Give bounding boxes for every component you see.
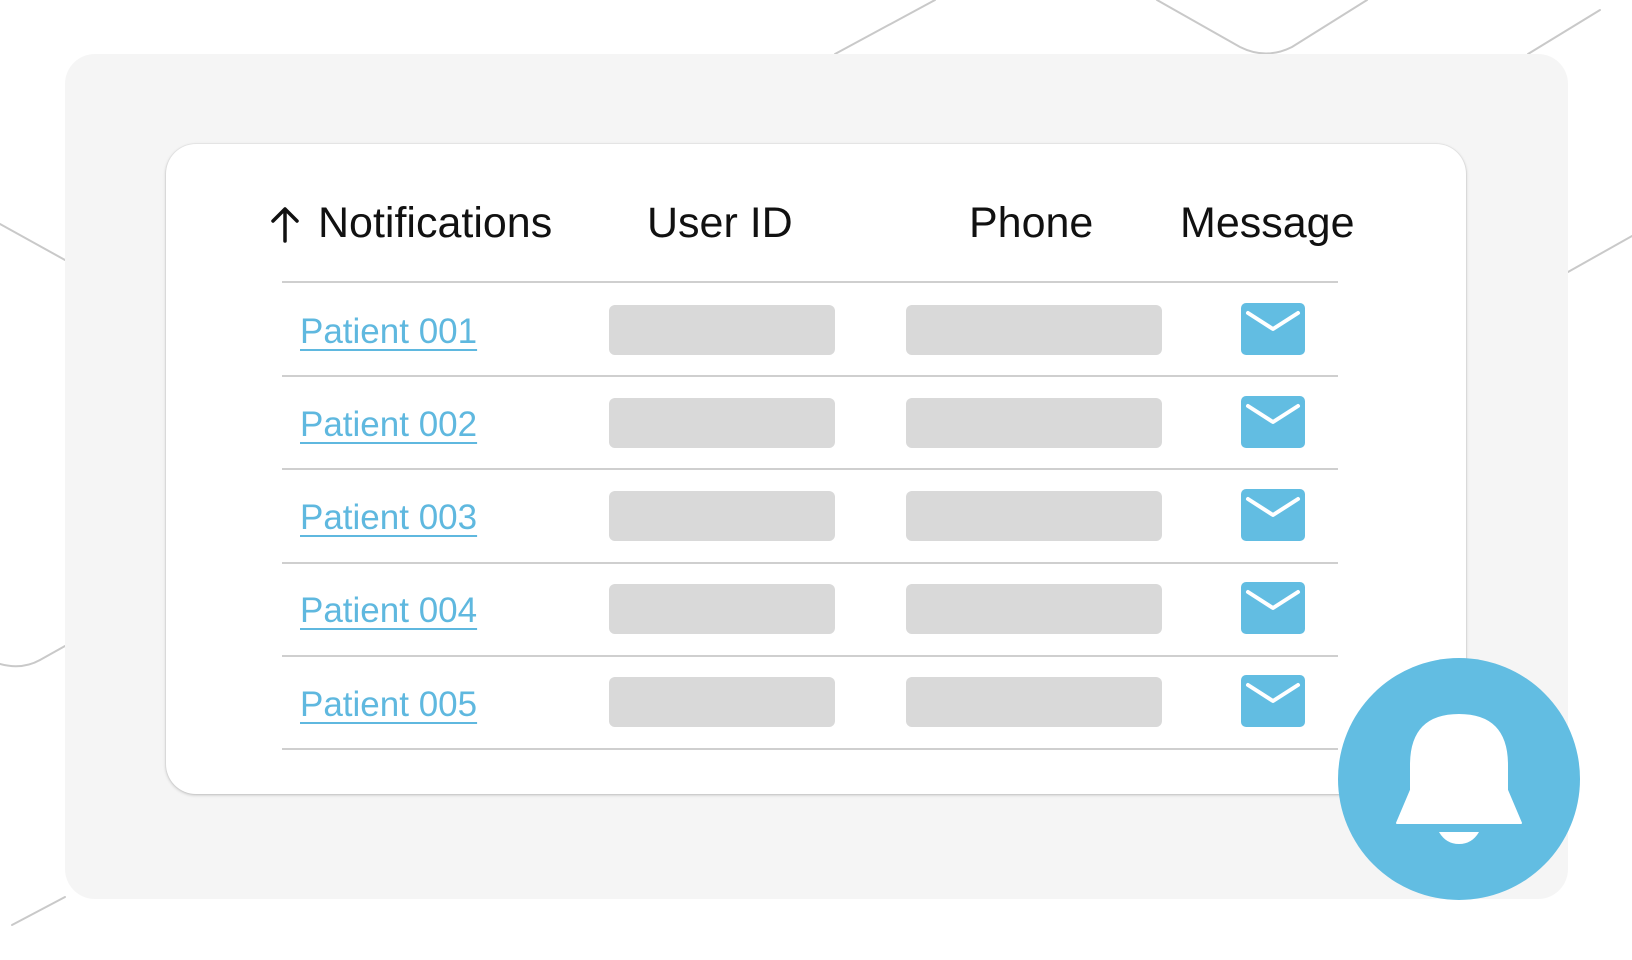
user-id-placeholder — [609, 584, 835, 634]
phone-placeholder — [906, 305, 1162, 355]
row-divider — [282, 748, 1338, 750]
phone-placeholder — [906, 584, 1162, 634]
patient-link[interactable]: Patient 002 — [300, 403, 477, 447]
row-divider — [282, 375, 1338, 377]
row-divider — [282, 562, 1338, 564]
phone-placeholder — [906, 677, 1162, 727]
user-id-placeholder — [609, 677, 835, 727]
envelope-icon[interactable] — [1241, 396, 1305, 448]
column-header-user-id: User ID — [647, 199, 793, 247]
patient-link[interactable]: Patient 003 — [300, 496, 477, 540]
bell-icon — [1396, 714, 1522, 844]
phone-placeholder — [906, 491, 1162, 541]
row-divider — [282, 655, 1338, 657]
header-divider — [282, 281, 1338, 283]
envelope-icon[interactable] — [1241, 489, 1305, 541]
patient-link[interactable]: Patient 005 — [300, 683, 477, 727]
row-divider — [282, 468, 1338, 470]
notification-bell-button[interactable] — [1338, 658, 1580, 900]
column-header-notifications[interactable]: Notifications — [318, 194, 552, 252]
column-header-message: Message — [1180, 199, 1355, 247]
envelope-icon[interactable] — [1241, 582, 1305, 634]
notifications-illustration: Notifications User ID Phone Message Pati… — [0, 0, 1632, 960]
patient-link[interactable]: Patient 001 — [300, 310, 477, 354]
envelope-icon[interactable] — [1241, 675, 1305, 727]
user-id-placeholder — [609, 491, 835, 541]
user-id-placeholder — [609, 305, 835, 355]
patient-link[interactable]: Patient 004 — [300, 589, 477, 633]
phone-placeholder — [906, 398, 1162, 448]
envelope-icon[interactable] — [1241, 303, 1305, 355]
arrow-up-icon[interactable] — [268, 204, 302, 244]
column-header-phone: Phone — [969, 199, 1094, 247]
user-id-placeholder — [609, 398, 835, 448]
